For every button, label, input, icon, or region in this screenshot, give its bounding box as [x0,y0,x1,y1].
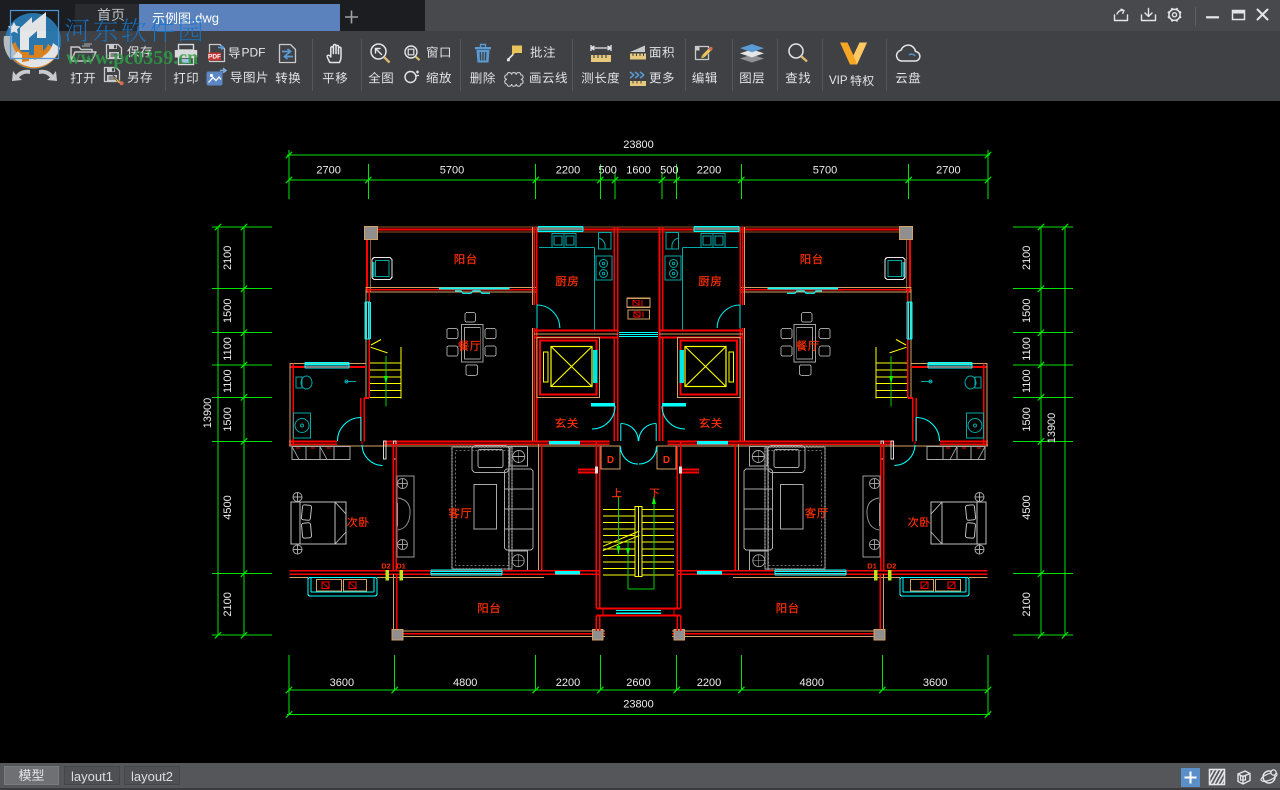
svg-text:4800: 4800 [453,677,477,689]
svg-text:D1: D1 [867,562,877,571]
svg-text:2200: 2200 [556,677,580,689]
svg-text:3600: 3600 [330,677,354,689]
svg-text:2100: 2100 [1021,246,1033,270]
svg-text:2100: 2100 [222,246,234,270]
svg-text:4500: 4500 [222,495,234,519]
svg-text:5700: 5700 [813,165,837,177]
svg-text:13900: 13900 [202,398,214,429]
svg-text:PDF: PDF [242,46,266,60]
svg-text:www.pc0359.cn: www.pc0359.cn [66,47,198,69]
svg-text:PDF: PDF [208,54,221,61]
svg-text:1600: 1600 [626,165,650,177]
svg-text:23800: 23800 [623,139,654,151]
svg-text:D1: D1 [396,562,406,571]
svg-text:23800: 23800 [623,699,654,711]
svg-text:13900: 13900 [1046,413,1058,444]
svg-text:VIP: VIP [829,75,848,87]
svg-text:5700: 5700 [440,165,464,177]
svg-text:1100: 1100 [1021,337,1033,361]
svg-text:2200: 2200 [697,677,721,689]
svg-text:D2: D2 [381,562,391,571]
svg-text:1100: 1100 [1021,369,1033,393]
svg-text:layout1: layout1 [71,769,113,784]
svg-text:1100: 1100 [222,369,234,393]
svg-text:1500: 1500 [222,407,234,431]
svg-text:1500: 1500 [222,298,234,322]
svg-text:2600: 2600 [626,677,650,689]
svg-text:500: 500 [599,165,617,177]
svg-text:3600: 3600 [923,677,947,689]
svg-text:1100: 1100 [222,337,234,361]
svg-text:500: 500 [660,165,678,177]
svg-text:layout2: layout2 [131,769,173,784]
svg-text:4800: 4800 [800,677,824,689]
svg-text:2700: 2700 [316,165,340,177]
svg-text:2200: 2200 [697,165,721,177]
svg-text:2100: 2100 [1021,592,1033,616]
svg-text:2200: 2200 [556,165,580,177]
svg-text:1500: 1500 [1021,298,1033,322]
svg-text:4500: 4500 [1021,495,1033,519]
svg-text:2100: 2100 [222,592,234,616]
svg-text:D: D [607,455,614,466]
svg-text:D: D [663,455,670,466]
svg-text:D2: D2 [887,562,897,571]
svg-text:2700: 2700 [936,165,960,177]
svg-text:1500: 1500 [1021,407,1033,431]
